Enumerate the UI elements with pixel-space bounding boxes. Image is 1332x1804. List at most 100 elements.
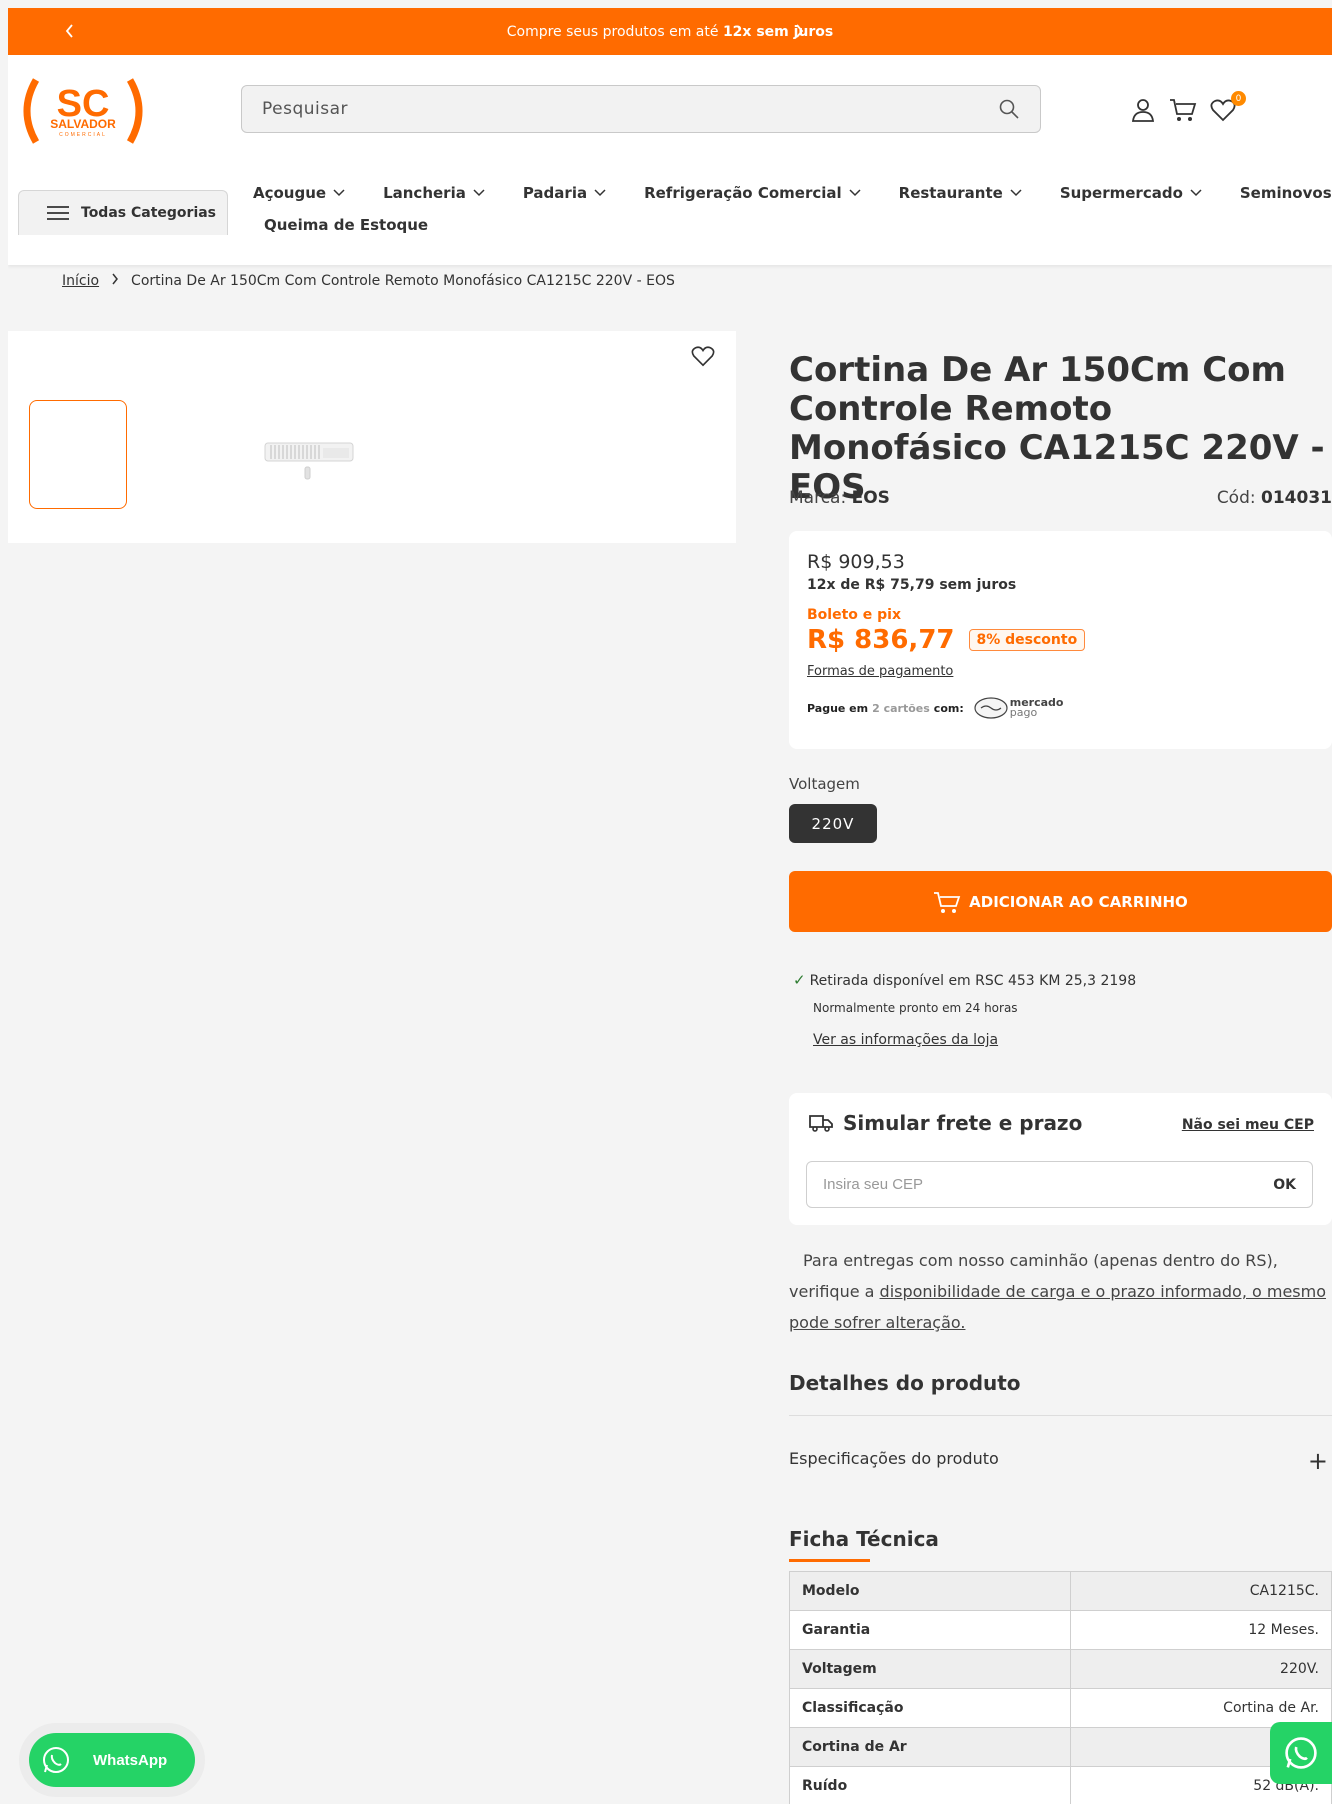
breadcrumb-home-link[interactable]: Início bbox=[62, 273, 99, 289]
nav-item-refrigeracao[interactable]: Refrigeração Comercial bbox=[644, 184, 861, 202]
cart-icon[interactable] bbox=[1168, 95, 1198, 125]
add-to-cart-button[interactable]: ADICIONAR AO CARRINHO bbox=[789, 871, 1332, 932]
site-header: SC SALVADOR COMERCIAL 0 Todas Categorias bbox=[8, 55, 1332, 265]
salvador-comercial-logo[interactable]: SC SALVADOR COMERCIAL bbox=[16, 76, 150, 146]
page: Compre seus produtos em até 12x sem juro… bbox=[8, 8, 1332, 1804]
delivery-note: Para entregas com nosso caminhão (apenas… bbox=[789, 1245, 1332, 1338]
promo-banner: Compre seus produtos em até 12x sem juro… bbox=[8, 8, 1332, 55]
nav-item-queima-de-estoque[interactable]: Queima de Estoque bbox=[264, 216, 428, 234]
table-cell-key: Modelo bbox=[789, 1571, 1071, 1611]
mercado-pago-logo: mercado pago bbox=[974, 696, 1063, 720]
tech-sheet-underline bbox=[789, 1559, 870, 1562]
table-row: Classificação Cortina de Ar. bbox=[789, 1688, 1332, 1728]
chevron-right-icon[interactable] bbox=[789, 21, 809, 41]
mp-with: com: bbox=[933, 701, 964, 715]
gallery-thumbnail[interactable] bbox=[29, 400, 127, 509]
chevron-down-icon bbox=[1190, 188, 1202, 196]
search-input[interactable] bbox=[262, 99, 998, 119]
table-cell-key: Garantia bbox=[789, 1610, 1071, 1650]
table-row: Voltagem 220V. bbox=[789, 1649, 1332, 1689]
chevron-left-icon[interactable] bbox=[60, 21, 80, 41]
search-icon[interactable] bbox=[998, 98, 1020, 120]
header-actions: 0 bbox=[1128, 91, 1246, 125]
table-cell-value: CA1215C. bbox=[1069, 1571, 1332, 1611]
search-bar bbox=[241, 85, 1041, 133]
pickup-ready-time: Normalmente pronto em 24 horas bbox=[813, 1001, 1018, 1015]
cep-input[interactable] bbox=[823, 1176, 1274, 1193]
product-code: Cód: 014031 bbox=[1216, 488, 1332, 508]
nav-item-supermercado[interactable]: Supermercado bbox=[1060, 184, 1202, 202]
installments: 12x de R$ 75,79 sem juros bbox=[807, 577, 1017, 593]
chevron-down-icon bbox=[594, 188, 606, 196]
chevron-down-icon bbox=[1010, 188, 1022, 196]
discount-badge: 8% desconto bbox=[968, 629, 1086, 651]
shipping-title-text: Simular frete e prazo bbox=[843, 1111, 1083, 1135]
table-row: Garantia 12 Meses. bbox=[789, 1610, 1332, 1650]
shipping-simulator: Simular frete e prazo Não sei meu CEP OK bbox=[789, 1093, 1332, 1225]
table-cell-key: Classificação bbox=[789, 1688, 1071, 1728]
check-icon: ✓ bbox=[793, 971, 806, 989]
table-cell-key: Voltagem bbox=[789, 1649, 1071, 1689]
brand-code-row: Marca: EOS Cód: 014031 bbox=[789, 488, 1332, 508]
wishlist-count-badge: 0 bbox=[1231, 91, 1246, 106]
table-cell-value: 12 Meses. bbox=[1069, 1610, 1332, 1650]
voltage-label: Voltagem bbox=[789, 775, 860, 793]
table-row: Modelo CA1215C. bbox=[789, 1571, 1332, 1611]
whatsapp-label: WhatsApp bbox=[93, 1751, 168, 1769]
product-gallery bbox=[8, 331, 736, 543]
table-cell-value: 220V. bbox=[1069, 1649, 1332, 1689]
nav-item-seminovos[interactable]: Seminovos bbox=[1240, 184, 1332, 202]
specs-accordion-label: Especificações do produto bbox=[789, 1448, 999, 1468]
heart-icon[interactable] bbox=[691, 345, 715, 367]
main-nav: Açougue Lancheria Padaria Refrigeração C… bbox=[253, 175, 1332, 240]
chevron-down-icon bbox=[849, 188, 861, 196]
table-row: Cortina de Ar1 bbox=[789, 1727, 1332, 1767]
user-icon[interactable] bbox=[1128, 95, 1158, 125]
all-categories-button[interactable]: Todas Categorias bbox=[18, 190, 228, 235]
promo-text: Compre seus produtos em até 12x sem juro… bbox=[506, 23, 834, 40]
dont-know-cep-link[interactable]: Não sei meu CEP bbox=[1182, 1117, 1314, 1133]
mp-brand-bottom: pago bbox=[1009, 706, 1038, 719]
price-regular: R$ 909,53 bbox=[807, 551, 905, 573]
plus-icon[interactable]: + bbox=[1308, 1447, 1328, 1475]
breadcrumb: Início Cortina De Ar 150Cm Com Controle … bbox=[62, 273, 675, 289]
svg-text:COMERCIAL: COMERCIAL bbox=[59, 132, 107, 138]
mp-cards: 2 cartões bbox=[872, 701, 930, 715]
cep-ok-button[interactable]: OK bbox=[1273, 1177, 1296, 1193]
table-cell-key: Cortina de Ar bbox=[789, 1727, 1071, 1767]
pickup-availability: ✓ Retirada disponível em RSC 453 KM 25,3 … bbox=[793, 971, 1136, 989]
cep-field: OK bbox=[806, 1161, 1313, 1208]
chevron-right-icon bbox=[111, 273, 119, 289]
add-to-cart-label: ADICIONAR AO CARRINHO bbox=[969, 892, 1188, 911]
pickup-text: Retirada disponível em RSC 453 KM 25,3 2… bbox=[809, 973, 1137, 989]
payment-methods-link[interactable]: Formas de pagamento bbox=[807, 664, 1314, 679]
mp-pay-in: Pague em bbox=[807, 701, 869, 715]
shipping-title: Simular frete e prazo bbox=[809, 1111, 1082, 1135]
mercado-pago-row: Pague em 2 cartões com: mercado pago bbox=[807, 696, 1314, 720]
whatsapp-float-icon[interactable] bbox=[1270, 1722, 1332, 1784]
price-box: R$ 909,53 12x de R$ 75,79 sem juros Bole… bbox=[789, 531, 1332, 749]
nav-item-acougue[interactable]: Açougue bbox=[253, 184, 345, 202]
whatsapp-icon bbox=[43, 1747, 69, 1773]
specs-accordion[interactable]: Especificações do produto + bbox=[789, 1441, 1332, 1475]
chevron-down-icon bbox=[473, 188, 485, 196]
pix-price: R$ 836,77 bbox=[807, 625, 955, 655]
table-cell-key: Ruído bbox=[789, 1766, 1071, 1804]
nav-item-padaria[interactable]: Padaria bbox=[523, 184, 606, 202]
brand-info: Marca: EOS bbox=[789, 488, 890, 508]
chevron-down-icon bbox=[333, 188, 345, 196]
whatsapp-button[interactable]: WhatsApp bbox=[29, 1733, 195, 1787]
all-categories-label: Todas Categorias bbox=[81, 205, 217, 221]
menu-icon bbox=[47, 206, 69, 220]
nav-item-lancheria[interactable]: Lancheria bbox=[383, 184, 485, 202]
wishlist-icon[interactable]: 0 bbox=[1208, 91, 1246, 125]
boleto-pix-label: Boleto e pix bbox=[807, 607, 901, 623]
product-image[interactable] bbox=[263, 431, 355, 483]
nav-item-restaurante[interactable]: Restaurante bbox=[899, 184, 1022, 202]
voltage-option-220v[interactable]: 220V bbox=[789, 804, 877, 843]
tech-sheet-table: Modelo CA1215C. Garantia 12 Meses. Voltage… bbox=[789, 1571, 1332, 1804]
breadcrumb-current: Cortina De Ar 150Cm Com Controle Remoto … bbox=[131, 273, 675, 289]
divider bbox=[789, 1415, 1332, 1416]
table-row: Ruído 52 dB(A). bbox=[789, 1766, 1332, 1804]
store-info-link[interactable]: Ver as informações da loja bbox=[813, 1032, 998, 1048]
